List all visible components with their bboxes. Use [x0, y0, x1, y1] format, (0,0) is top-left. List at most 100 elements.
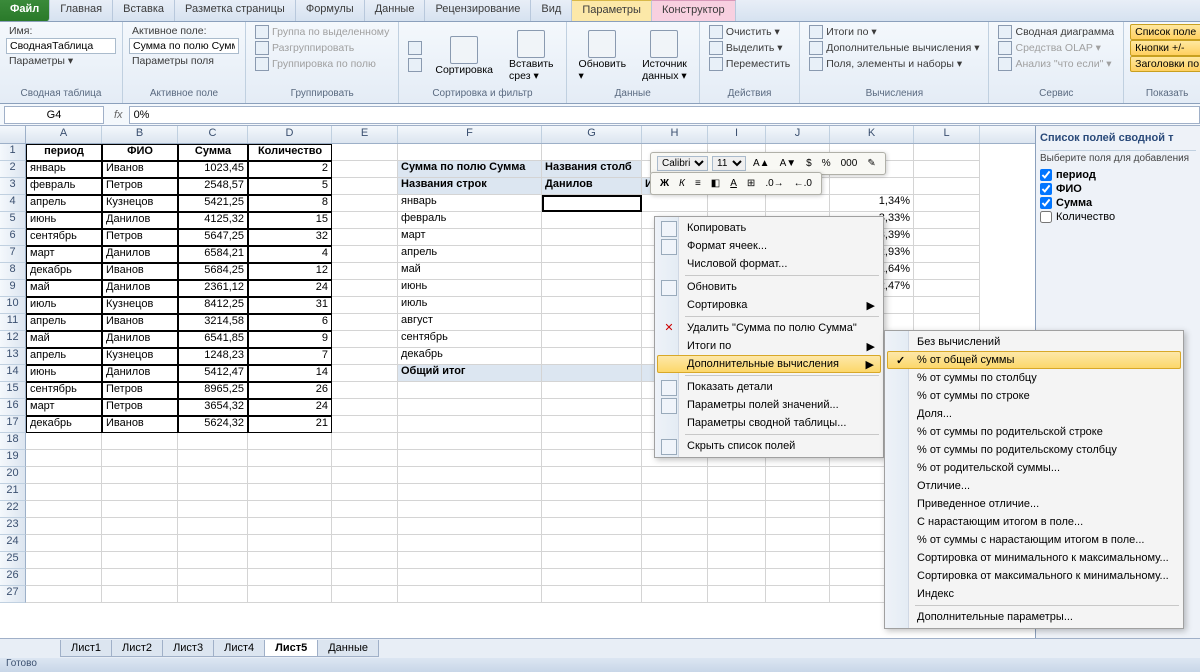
row-header[interactable]: 1 [0, 144, 26, 161]
submenu-item[interactable]: Сортировка от максимального к минимально… [887, 567, 1181, 585]
context-item[interactable]: Обновить [657, 278, 881, 296]
cell[interactable] [542, 365, 642, 382]
cell[interactable]: 1248,23 [178, 348, 248, 365]
cell[interactable] [248, 552, 332, 569]
cell[interactable] [248, 484, 332, 501]
active-field-input[interactable] [129, 38, 239, 54]
cell[interactable]: 1023,45 [178, 161, 248, 178]
col-header[interactable]: G [542, 126, 642, 143]
cell[interactable]: 5421,25 [178, 195, 248, 212]
formula-input[interactable]: 0% [129, 106, 1200, 124]
cell[interactable]: 32 [248, 229, 332, 246]
cell[interactable]: апрель [26, 314, 102, 331]
name-box[interactable]: G4 [4, 106, 104, 124]
move-button[interactable]: Переместить [706, 56, 793, 72]
cell[interactable]: 3214,58 [178, 314, 248, 331]
cell[interactable]: июнь [26, 212, 102, 229]
cell[interactable] [398, 399, 542, 416]
cell[interactable] [830, 178, 914, 195]
submenu-item[interactable]: % от суммы по родительской строке [887, 423, 1181, 441]
comma-icon[interactable]: 000 [838, 156, 861, 171]
cell[interactable] [914, 178, 980, 195]
submenu-item[interactable]: Отличие... [887, 477, 1181, 495]
cell[interactable] [914, 229, 980, 246]
cell[interactable] [398, 450, 542, 467]
cell[interactable] [708, 552, 766, 569]
cell[interactable] [332, 280, 398, 297]
cell[interactable] [398, 586, 542, 603]
cell[interactable]: декабрь [398, 348, 542, 365]
cell[interactable] [642, 552, 708, 569]
select-button[interactable]: Выделить ▾ [706, 40, 793, 56]
row-header[interactable]: 25 [0, 552, 26, 569]
cell[interactable]: 5624,32 [178, 416, 248, 433]
cell[interactable]: январь [398, 195, 542, 212]
cell[interactable]: Данилов [102, 280, 178, 297]
cell[interactable]: Общий итог [398, 365, 542, 382]
cell[interactable]: Кузнецов [102, 297, 178, 314]
cell[interactable] [332, 246, 398, 263]
cell[interactable] [178, 569, 248, 586]
cell[interactable] [102, 484, 178, 501]
cell[interactable] [26, 518, 102, 535]
row-header[interactable]: 20 [0, 467, 26, 484]
increase-decimal-icon[interactable]: .0→ [762, 176, 786, 191]
field-item[interactable]: период [1040, 168, 1196, 182]
row-header[interactable]: 17 [0, 416, 26, 433]
cell[interactable] [178, 535, 248, 552]
tab-data[interactable]: Данные [365, 0, 426, 21]
cell[interactable] [914, 212, 980, 229]
sort-desc[interactable] [405, 57, 425, 73]
row-header[interactable]: 27 [0, 586, 26, 603]
cell[interactable]: Данилов [102, 365, 178, 382]
cell[interactable] [26, 501, 102, 518]
cell[interactable] [398, 433, 542, 450]
cell[interactable]: май [26, 331, 102, 348]
cell[interactable] [914, 195, 980, 212]
cell[interactable] [178, 518, 248, 535]
cell[interactable]: 3654,32 [178, 399, 248, 416]
row-header[interactable]: 16 [0, 399, 26, 416]
cell[interactable] [708, 518, 766, 535]
ungroup[interactable]: Разгруппировать [252, 40, 392, 56]
cell[interactable] [542, 297, 642, 314]
cell[interactable] [642, 535, 708, 552]
row-header[interactable]: 24 [0, 535, 26, 552]
cell[interactable] [708, 484, 766, 501]
cell[interactable] [248, 535, 332, 552]
cell[interactable]: 26 [248, 382, 332, 399]
cell[interactable] [102, 535, 178, 552]
cell[interactable] [26, 433, 102, 450]
tab-insert[interactable]: Вставка [113, 0, 175, 21]
cell[interactable] [542, 433, 642, 450]
cell[interactable] [102, 518, 178, 535]
row-header[interactable]: 19 [0, 450, 26, 467]
cell[interactable]: Иванов [102, 161, 178, 178]
cell[interactable]: 7 [248, 348, 332, 365]
cell[interactable] [102, 501, 178, 518]
cell[interactable] [332, 348, 398, 365]
cell[interactable] [766, 484, 830, 501]
cell[interactable] [332, 552, 398, 569]
col-header[interactable]: B [102, 126, 178, 143]
context-item[interactable]: Формат ячеек... [657, 237, 881, 255]
cell[interactable] [542, 314, 642, 331]
cell[interactable] [26, 467, 102, 484]
row-header[interactable]: 10 [0, 297, 26, 314]
cell[interactable] [766, 552, 830, 569]
cell[interactable]: 5 [248, 178, 332, 195]
field-item[interactable]: Сумма [1040, 196, 1196, 210]
increase-font-icon[interactable]: A▲ [750, 156, 773, 171]
cell[interactable] [642, 195, 708, 212]
col-header[interactable]: F [398, 126, 542, 143]
cell[interactable]: январь [26, 161, 102, 178]
row-header[interactable]: 4 [0, 195, 26, 212]
row-header[interactable]: 8 [0, 263, 26, 280]
cell[interactable] [332, 263, 398, 280]
cell[interactable] [766, 586, 830, 603]
cell[interactable] [248, 518, 332, 535]
cell[interactable] [332, 484, 398, 501]
cell[interactable]: август [398, 314, 542, 331]
sheet-tab[interactable]: Лист1 [60, 640, 112, 657]
context-item[interactable]: Параметры полей значений... [657, 396, 881, 414]
